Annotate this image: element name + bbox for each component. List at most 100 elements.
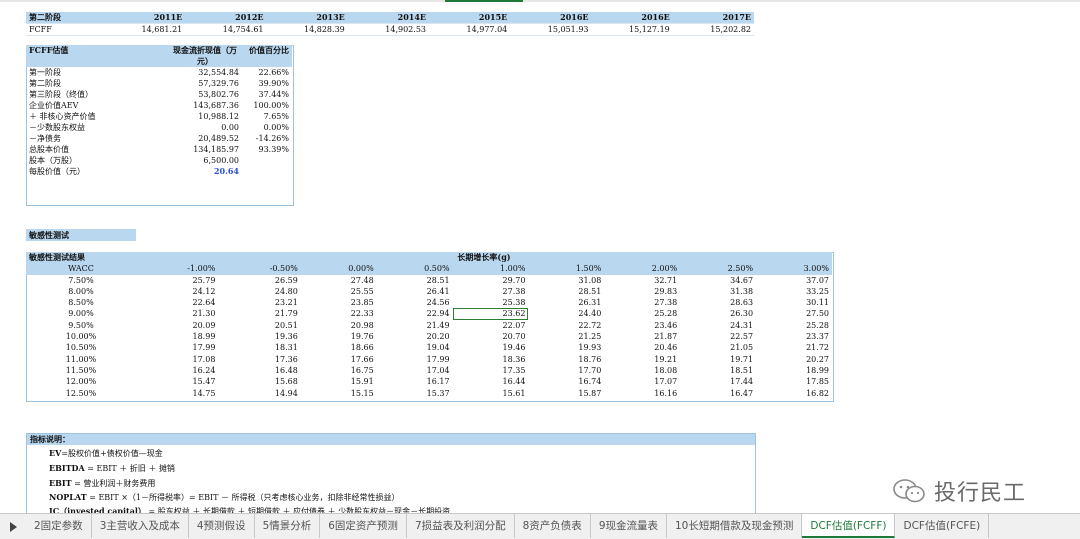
note-line-ebit[interactable]: EBIT = 营业利润＋财务费用 [49, 477, 155, 490]
fcff-value[interactable]: 143,687.36 [140, 100, 242, 111]
sensitivity-value-cell[interactable]: 18.08 [604, 365, 680, 376]
fcff-cell[interactable]: 15,202.82 [672, 23, 754, 36]
wacc-cell[interactable]: 12.00% [26, 376, 136, 387]
sensitivity-value-cell[interactable]: 24.80 [218, 286, 300, 297]
growth-rate-cell[interactable]: -0.50% [218, 263, 301, 275]
wacc-cell[interactable]: 7.50% [26, 275, 136, 286]
sensitivity-value-cell[interactable]: 15.87 [528, 388, 604, 399]
year-header[interactable]: 2012E [185, 12, 267, 24]
sensitivity-table-title[interactable]: 敏感性测试结果 [26, 252, 136, 264]
sensitivity-value-cell[interactable]: 24.12 [136, 286, 218, 297]
sensitivity-value-cell[interactable]: 31.38 [680, 286, 756, 297]
fcff-title[interactable]: FCFF估值 [26, 45, 140, 67]
sensitivity-value-cell[interactable]: 16.44 [453, 376, 529, 387]
fcff-row-label[interactable]: －净债务 [26, 133, 140, 144]
sensitivity-value-cell[interactable]: 15.61 [453, 388, 529, 399]
fcff-cell[interactable]: 14,977.04 [429, 23, 511, 36]
sensitivity-value-cell[interactable]: 24.40 [528, 308, 604, 319]
fcff-row-label[interactable]: 第一阶段 [26, 67, 140, 78]
sensitivity-value-cell[interactable]: 28.51 [377, 275, 453, 286]
sensitivity-value-cell[interactable]: 16.82 [756, 388, 832, 399]
sensitivity-value-cell[interactable]: 23.21 [218, 297, 300, 308]
sensitivity-value-cell[interactable]: 27.48 [301, 275, 377, 286]
sensitivity-value-cell[interactable]: 22.64 [136, 297, 218, 308]
sensitivity-value-cell[interactable]: 23.46 [604, 320, 680, 331]
sensitivity-value-cell[interactable]: 18.76 [528, 354, 604, 365]
sensitivity-value-cell[interactable]: 19.93 [528, 342, 604, 353]
sensitivity-value-cell[interactable]: 28.51 [528, 286, 604, 297]
stage2-label[interactable]: 第二阶段 [26, 12, 104, 24]
fcff-row-label[interactable]: 企业价值AEV [26, 100, 140, 111]
sensitivity-value-cell[interactable]: 18.66 [301, 342, 377, 353]
sensitivity-value-cell[interactable]: 26.31 [528, 297, 604, 308]
wacc-cell[interactable]: 10.50% [26, 342, 136, 353]
wacc-cell[interactable]: 12.50% [26, 388, 136, 399]
sheet-tab[interactable]: DCF估值(FCFF) [802, 514, 896, 538]
fcff-row-label[interactable]: ＋ 非核心资产价值 [26, 111, 140, 122]
sensitivity-value-cell[interactable]: 17.70 [528, 365, 604, 376]
sensitivity-value-cell[interactable]: 19.71 [680, 354, 756, 365]
growth-rate-cell[interactable]: 0.00% [300, 263, 377, 275]
wacc-cell[interactable]: 10.00% [26, 331, 136, 342]
sensitivity-value-cell[interactable]: 15.15 [301, 388, 377, 399]
sensitivity-value-cell[interactable]: 23.85 [301, 297, 377, 308]
fcff-value[interactable]: 6,500.00 [140, 155, 242, 166]
sensitivity-value-cell[interactable]: 30.11 [756, 297, 832, 308]
notes-title[interactable]: 指标说明： [27, 434, 755, 445]
sensitivity-value-cell[interactable]: 26.41 [377, 286, 453, 297]
sheet-tab[interactable]: 6固定资产预测 [320, 514, 407, 538]
sensitivity-value-cell[interactable]: 16.48 [218, 365, 300, 376]
sensitivity-value-cell[interactable]: 25.28 [756, 320, 832, 331]
sensitivity-value-cell[interactable]: 21.05 [680, 342, 756, 353]
sheet-tab[interactable]: 7损益表及利润分配 [407, 514, 515, 538]
per-share-value[interactable]: 20.64 [140, 166, 242, 177]
sensitivity-value-cell[interactable]: 18.31 [218, 342, 300, 353]
sensitivity-value-cell[interactable]: 25.55 [301, 286, 377, 297]
sensitivity-value-cell[interactable]: 20.70 [453, 331, 529, 342]
sensitivity-value-cell[interactable]: 22.94 [377, 308, 453, 319]
sheet-tab[interactable]: 4预测假设 [189, 514, 255, 538]
sensitivity-value-cell[interactable]: 17.07 [604, 376, 680, 387]
sensitivity-value-cell[interactable]: 17.36 [218, 354, 300, 365]
year-header[interactable]: 2016E [591, 12, 673, 24]
sensitivity-value-cell[interactable]: 21.25 [528, 331, 604, 342]
sensitivity-value-cell[interactable]: 18.99 [136, 331, 218, 342]
wacc-header[interactable]: WACC [26, 263, 136, 275]
wacc-cell[interactable]: 11.00% [26, 354, 136, 365]
sensitivity-value-cell[interactable]: 23.37 [756, 331, 832, 342]
growth-rate-cell[interactable]: 3.00% [756, 263, 832, 275]
sensitivity-value-cell[interactable]: 17.85 [756, 376, 832, 387]
growth-rate-cell[interactable]: 1.50% [528, 263, 605, 275]
sensitivity-value-cell[interactable]: 17.35 [453, 365, 529, 376]
sensitivity-value-cell[interactable]: 20.27 [756, 354, 832, 365]
sensitivity-value-cell[interactable]: 19.46 [453, 342, 529, 353]
year-header[interactable]: 2015E [429, 12, 511, 24]
growth-rate-cell[interactable]: 2.00% [604, 263, 681, 275]
sensitivity-value-cell[interactable]: 16.16 [604, 388, 680, 399]
wacc-cell[interactable]: 11.50% [26, 365, 136, 376]
fcff-pct[interactable]: 93.39% [242, 144, 292, 155]
sensitivity-value-cell[interactable]: 21.79 [218, 308, 300, 319]
sensitivity-value-cell[interactable]: 21.87 [604, 331, 680, 342]
sensitivity-value-cell[interactable]: 22.07 [453, 320, 529, 331]
fcff-value[interactable]: 20,489.52 [140, 133, 242, 144]
fcff-row-label[interactable]: FCFF [26, 23, 104, 36]
fcff-pct[interactable]: 7.65% [242, 111, 292, 122]
wacc-cell[interactable]: 8.50% [26, 297, 136, 308]
sensitivity-value-cell[interactable]: 22.33 [301, 308, 377, 319]
fcff-pct[interactable]: 0.00% [242, 122, 292, 133]
sensitivity-value-cell[interactable]: 18.51 [680, 365, 756, 376]
fcff-value[interactable]: 57,329.76 [140, 78, 242, 89]
sheet-tab[interactable]: DCF估值(FCFE) [895, 514, 990, 538]
note-line-ebitda[interactable]: EBITDA = EBIT ＋ 折旧 ＋ 摊销 [49, 462, 175, 475]
sensitivity-value-cell[interactable]: 22.57 [680, 331, 756, 342]
sensitivity-value-cell[interactable]: 15.47 [136, 376, 218, 387]
sensitivity-value-cell[interactable]: 23.62 [452, 308, 529, 320]
sensitivity-value-cell[interactable]: 14.75 [136, 388, 218, 399]
sensitivity-value-cell[interactable]: 17.44 [680, 376, 756, 387]
fcff-value[interactable]: 0.00 [140, 122, 242, 133]
sensitivity-value-cell[interactable]: 28.63 [680, 297, 756, 308]
sensitivity-value-cell[interactable]: 16.47 [680, 388, 756, 399]
growth-rate-cell[interactable]: 0.50% [376, 263, 453, 275]
fcff-row-label[interactable]: 股本（万股） [26, 155, 140, 166]
